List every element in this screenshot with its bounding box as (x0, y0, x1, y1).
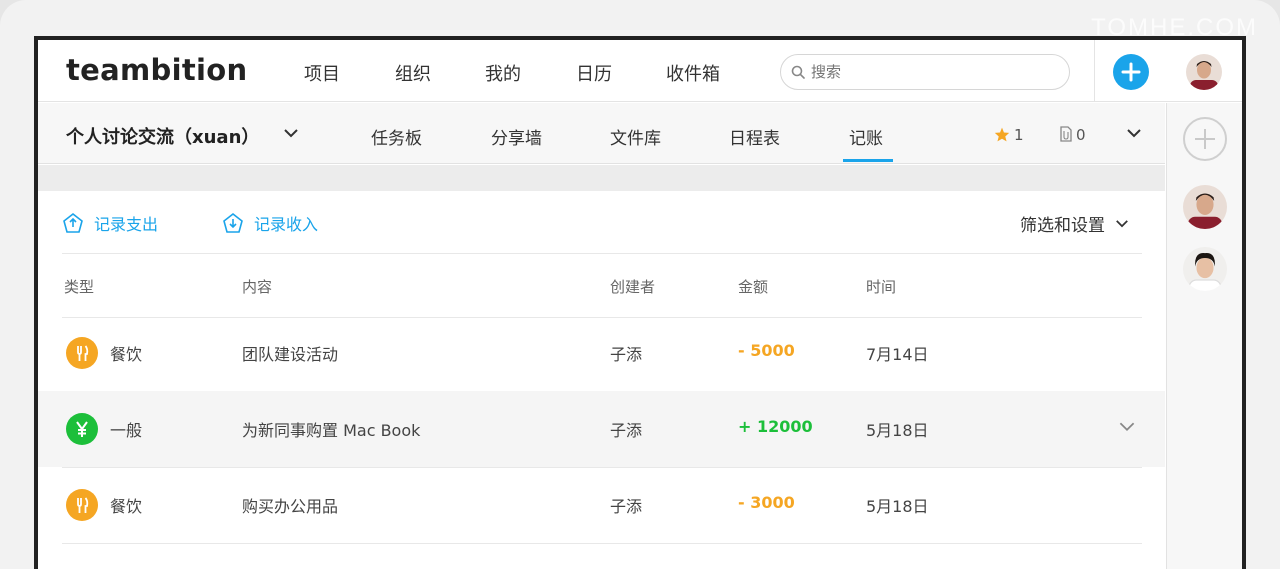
attachment-count-value: 0 (1076, 126, 1086, 144)
plus-icon (1121, 62, 1141, 82)
chevron-down-icon[interactable] (1118, 421, 1136, 432)
row-type: 餐饮 (110, 497, 143, 516)
avatar-icon (1183, 247, 1227, 291)
header-shadow-strip (38, 165, 1165, 191)
column-header-type: 类型 (64, 278, 95, 296)
topbar-divider (1094, 40, 1095, 102)
table-row[interactable]: 一般 为新同事购置 Mac Book 子添 + 12000 5月18日 (38, 391, 1165, 467)
column-header-content: 内容 (242, 278, 273, 296)
dining-icon (66, 337, 98, 369)
tab-schedule[interactable]: 日程表 (729, 124, 780, 149)
search-input[interactable] (811, 61, 1051, 83)
dining-icon (66, 489, 98, 521)
nav-calendar[interactable]: 日历 (576, 60, 612, 86)
project-title[interactable]: 个人讨论交流（xuan） (66, 123, 259, 149)
attachment-icon (1060, 126, 1072, 142)
divider (62, 253, 1142, 254)
record-income-label: 记录收入 (254, 215, 319, 234)
star-icon (994, 127, 1010, 142)
chevron-down-icon[interactable] (1126, 128, 1142, 138)
filter-settings-button[interactable]: 筛选和设置 (1020, 211, 1129, 236)
row-creator: 子添 (610, 421, 643, 440)
row-creator: 子添 (610, 345, 643, 364)
filter-settings-label: 筛选和设置 (1020, 216, 1105, 236)
row-date: 7月14日 (866, 345, 929, 364)
record-expense-button[interactable]: 记录支出 (62, 211, 158, 235)
row-content: 购买办公用品 (242, 497, 339, 516)
app-logo[interactable]: teambition (66, 53, 247, 87)
active-tab-indicator (843, 159, 893, 162)
nav-inbox[interactable]: 收件箱 (666, 60, 720, 86)
bookkeeping-panel: 记录支出 记录收入 筛选和设置 类型 内容 创建者 金额 时间 餐饮 团队建设活… (38, 191, 1165, 569)
tab-bookkeeping[interactable]: 记账 (849, 124, 883, 149)
tab-share-wall[interactable]: 分享墙 (491, 124, 542, 149)
column-header-creator: 创建者 (610, 278, 656, 296)
row-amount: - 3000 (738, 493, 795, 512)
member-avatar[interactable] (1183, 185, 1227, 233)
divider (62, 543, 1142, 544)
column-header-amount: 金额 (738, 278, 769, 296)
app-window: teambition 项目 组织 我的 日历 收件箱 搜索 个人讨论交流（xua… (38, 40, 1242, 569)
avatar-icon (1183, 185, 1227, 229)
column-header-date: 时间 (866, 278, 897, 296)
record-income-button[interactable]: 记录收入 (222, 211, 318, 235)
tab-files[interactable]: 文件库 (610, 124, 661, 149)
user-avatar[interactable] (1186, 54, 1222, 94)
attachment-counter[interactable]: 0 (1058, 126, 1086, 144)
search-box[interactable] (780, 54, 1070, 90)
add-member-button[interactable] (1183, 117, 1227, 161)
nav-organization[interactable]: 组织 (395, 60, 431, 86)
row-date: 5月18日 (866, 421, 929, 440)
expense-icon (63, 212, 83, 233)
row-amount: + 12000 (738, 417, 813, 436)
income-icon (223, 212, 243, 233)
row-date: 5月18日 (866, 497, 929, 516)
chevron-down-icon (1116, 220, 1128, 228)
table-row[interactable]: 餐饮 购买办公用品 子添 - 3000 5月18日 (38, 467, 1165, 543)
members-rail (1166, 103, 1242, 569)
star-counter[interactable]: 1 (994, 126, 1024, 144)
create-button[interactable] (1113, 54, 1149, 90)
row-creator: 子添 (610, 497, 643, 516)
screen: teambition 项目 组织 我的 日历 收件箱 搜索 个人讨论交流（xua… (34, 36, 1246, 569)
record-expense-label: 记录支出 (94, 215, 159, 234)
top-navbar: teambition 项目 组织 我的 日历 收件箱 (38, 40, 1242, 102)
member-avatar[interactable] (1183, 247, 1227, 295)
nav-mine[interactable]: 我的 (485, 60, 521, 86)
tab-taskboard[interactable]: 任务板 (371, 124, 422, 149)
row-content: 为新同事购置 Mac Book (242, 421, 421, 440)
row-type: 一般 (110, 421, 143, 440)
chevron-down-icon[interactable] (283, 128, 299, 138)
row-type: 餐饮 (110, 345, 143, 364)
project-header: 个人讨论交流（xuan） 任务板 分享墙 文件库 日程表 记账 1 0 (38, 103, 1165, 164)
row-amount: - 5000 (738, 341, 795, 360)
row-content: 团队建设活动 (242, 345, 339, 364)
nav-projects[interactable]: 项目 (304, 60, 340, 86)
star-count-value: 1 (1014, 126, 1024, 144)
plus-icon (1195, 129, 1215, 149)
search-icon (791, 65, 805, 79)
avatar-icon (1186, 54, 1222, 90)
yuan-icon (66, 413, 98, 445)
table-row[interactable]: 餐饮 团队建设活动 子添 - 5000 7月14日 (38, 315, 1165, 391)
